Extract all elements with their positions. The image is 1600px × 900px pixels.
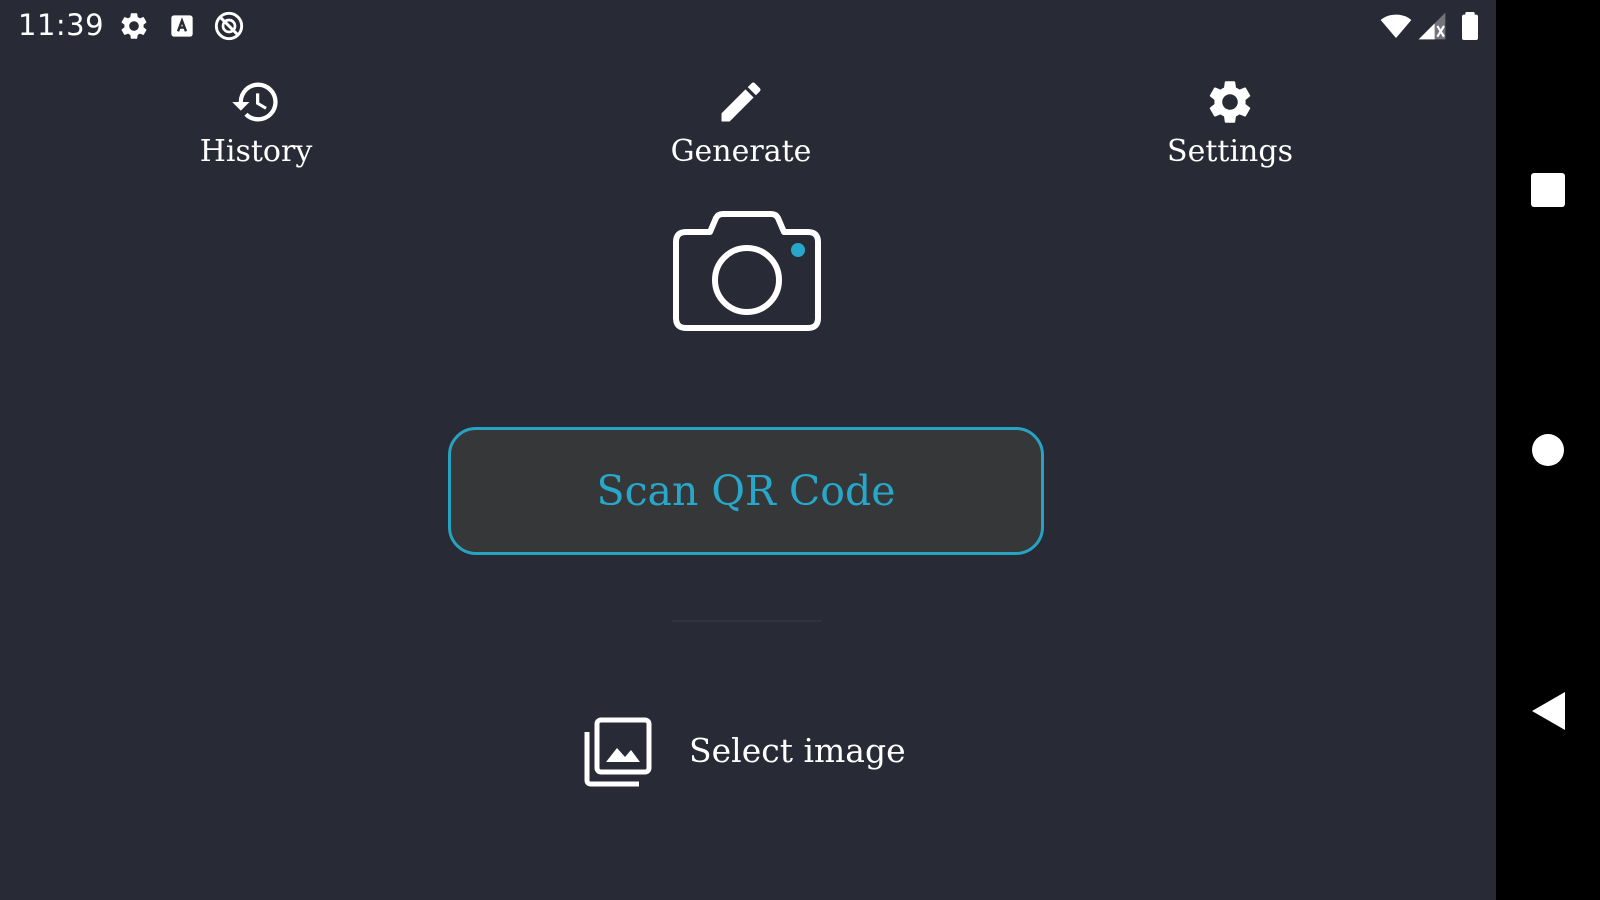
nav-history[interactable]: History [166,76,346,176]
wifi-icon [1380,10,1412,42]
history-icon [232,82,278,122]
divider [672,620,822,622]
nav-settings[interactable]: Settings [1140,76,1320,176]
status-time: 11:39 [18,8,105,42]
no-sync-icon [213,10,245,42]
nav-history-label: History [199,134,313,169]
gear-icon [1209,81,1251,123]
gear-icon [118,10,150,42]
pencil-icon [721,82,761,122]
nav-settings-label: Settings [1167,134,1293,169]
select-image-label: Select image [689,731,906,770]
nav-generate[interactable]: Generate [651,76,831,176]
status-bar: 11:39 [0,0,1496,54]
select-image-button[interactable]: Select image [580,712,920,792]
cellular-signal-icon [1416,10,1448,42]
camera-icon[interactable] [668,210,826,336]
recents-square-icon[interactable] [1530,172,1566,208]
app-screen: 11:39 History Generate Settings Scan QR … [0,0,1496,900]
scan-qr-code-button[interactable]: Scan QR Code [448,427,1044,555]
nav-generate-label: Generate [670,134,812,169]
battery-icon [1454,10,1486,42]
scan-qr-code-label: Scan QR Code [596,467,896,515]
back-triangle-icon[interactable] [1530,691,1566,731]
image-library-icon [580,714,656,790]
home-circle-icon[interactable] [1531,433,1565,467]
system-navigation-bar [1496,0,1600,900]
a-badge-icon [166,10,198,42]
